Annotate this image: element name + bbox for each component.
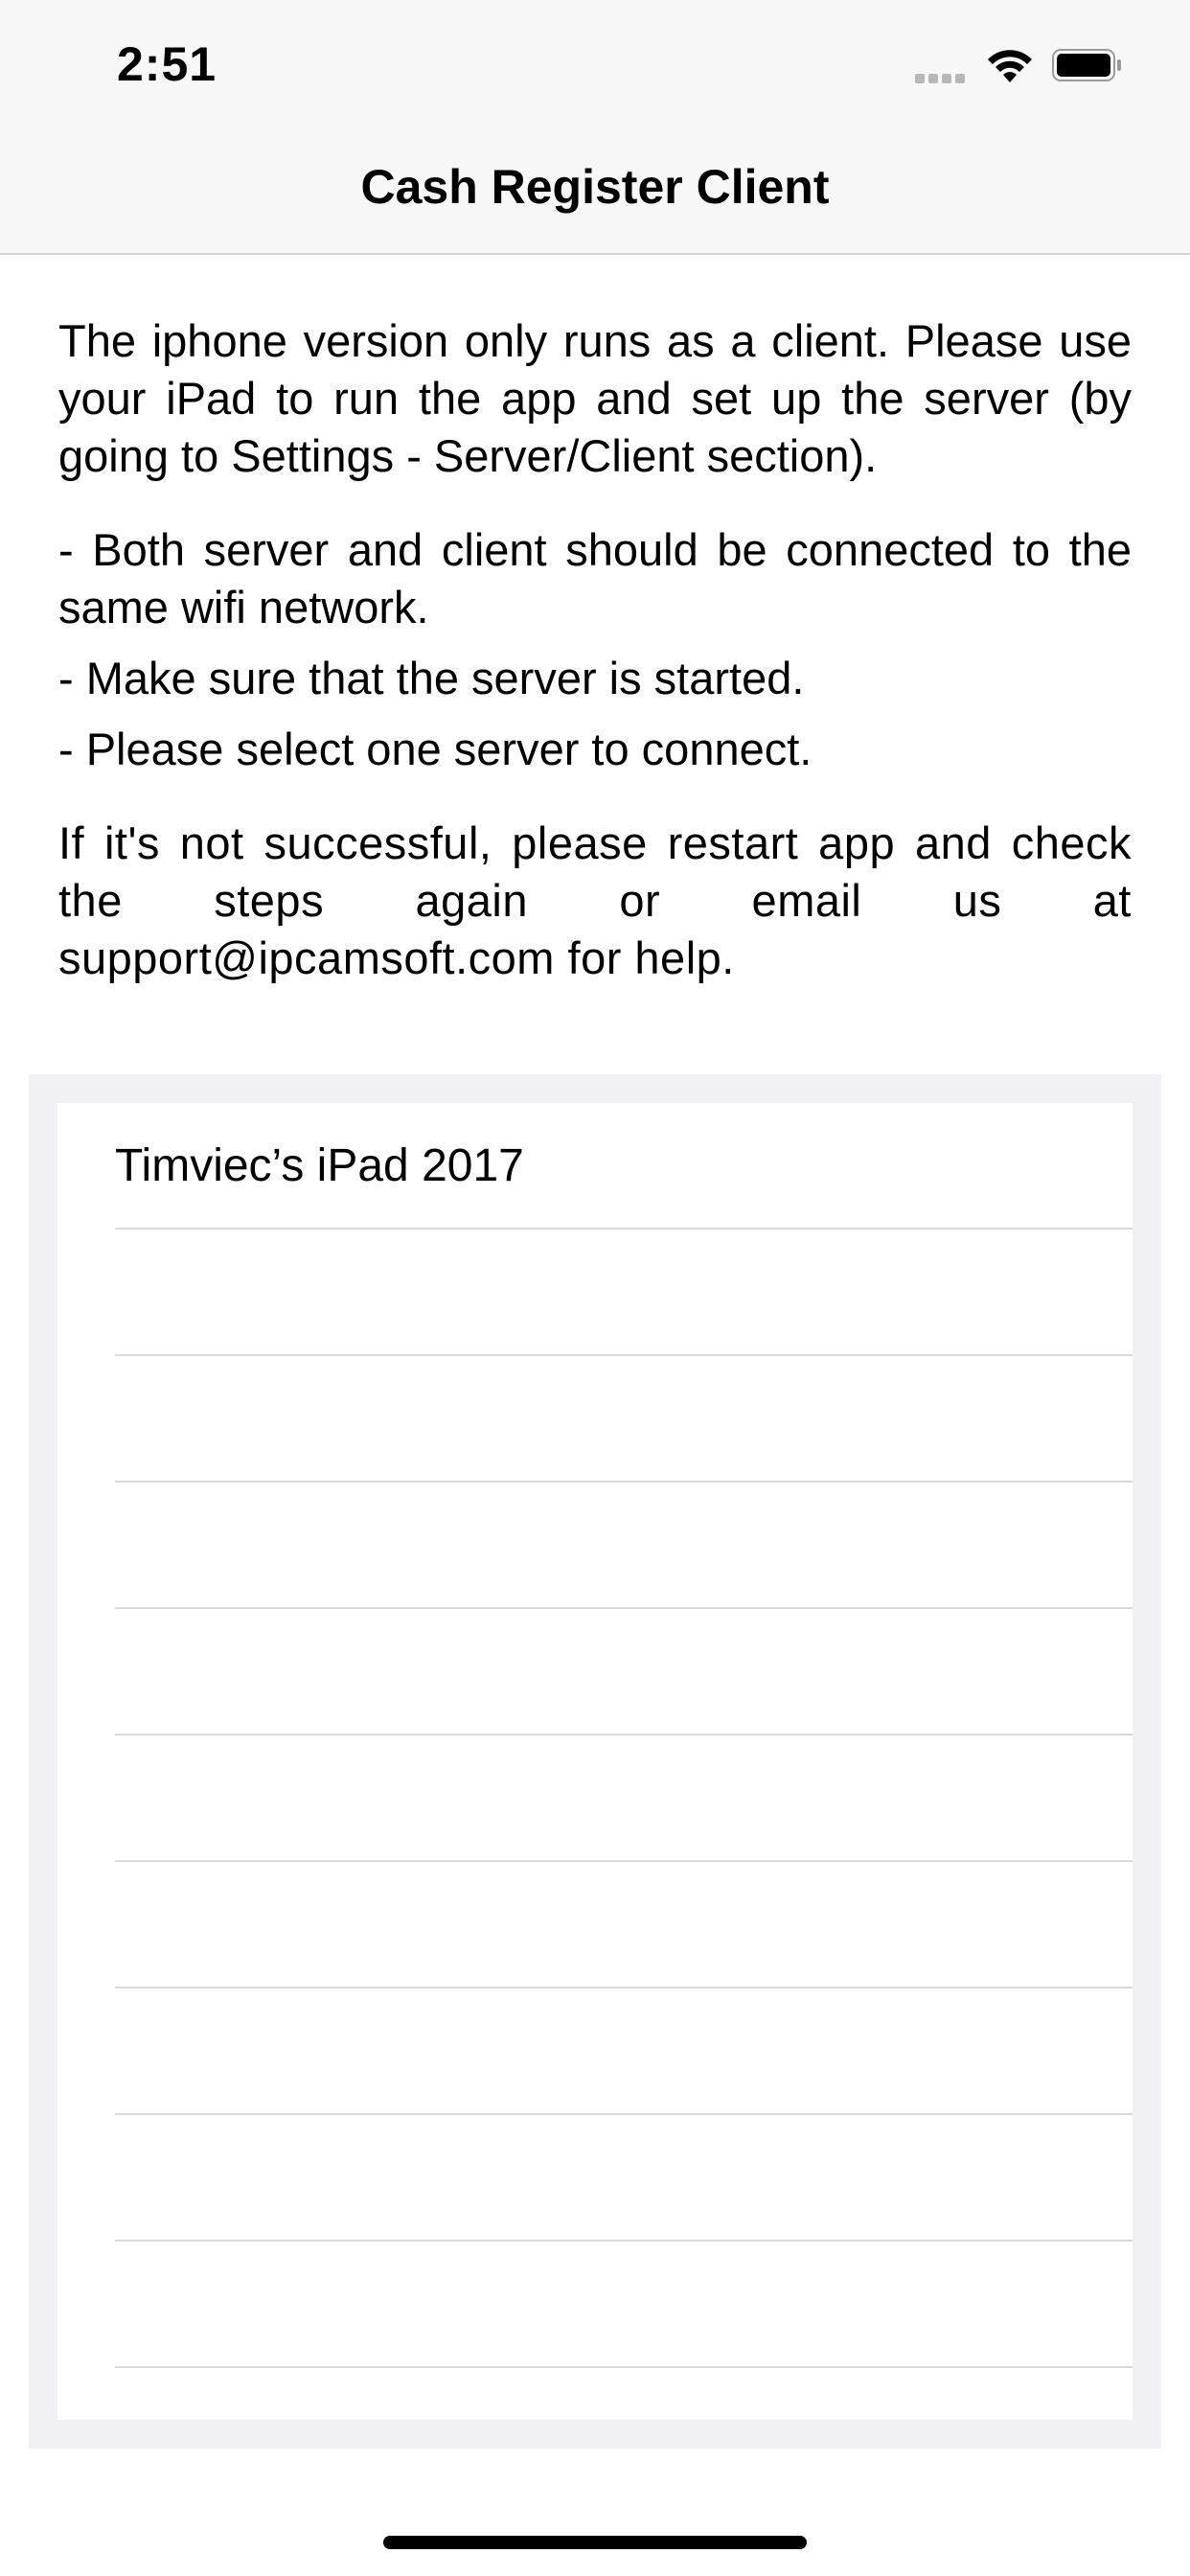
server-row[interactable] — [115, 1989, 1133, 2115]
page-title: Cash Register Client — [360, 160, 830, 214]
server-row[interactable] — [115, 1483, 1133, 1609]
server-row[interactable] — [115, 2115, 1133, 2242]
battery-icon — [1052, 49, 1121, 81]
server-list[interactable]: Timviec’s iPad 2017 — [57, 1103, 1133, 2420]
server-name: Timviec’s iPad 2017 — [115, 1140, 524, 1191]
server-row[interactable] — [115, 2242, 1133, 2368]
server-row[interactable]: Timviec’s iPad 2017 — [115, 1103, 1133, 1230]
server-row[interactable] — [115, 1609, 1133, 1736]
server-row[interactable] — [115, 1862, 1133, 1989]
instructions: The iphone version only runs as a client… — [58, 312, 1132, 987]
help-text: If it's not successful, please restart a… — [58, 817, 1132, 983]
instruction-bullet: - Please select one server to connect. — [58, 724, 812, 774]
instruction-bullet: - Both server and client should be conne… — [58, 524, 1132, 632]
wifi-icon — [988, 50, 1032, 82]
status-time: 2:51 — [117, 37, 217, 91]
server-row[interactable] — [115, 1230, 1133, 1356]
server-row[interactable] — [115, 1736, 1133, 1862]
server-row[interactable] — [115, 1356, 1133, 1483]
home-indicator[interactable] — [383, 2536, 807, 2549]
navigation-bar: 2:51 Cash Register Client — [0, 0, 1190, 255]
cellular-signal-icon — [915, 71, 971, 83]
server-list-container: Timviec’s iPad 2017 — [29, 1074, 1161, 2449]
intro-text: The iphone version only runs as a client… — [58, 315, 1132, 481]
screen: 2:51 Cash Register Client The iphone ver… — [0, 0, 1190, 2576]
instruction-bullet: - Make sure that the server is started. — [58, 653, 805, 703]
